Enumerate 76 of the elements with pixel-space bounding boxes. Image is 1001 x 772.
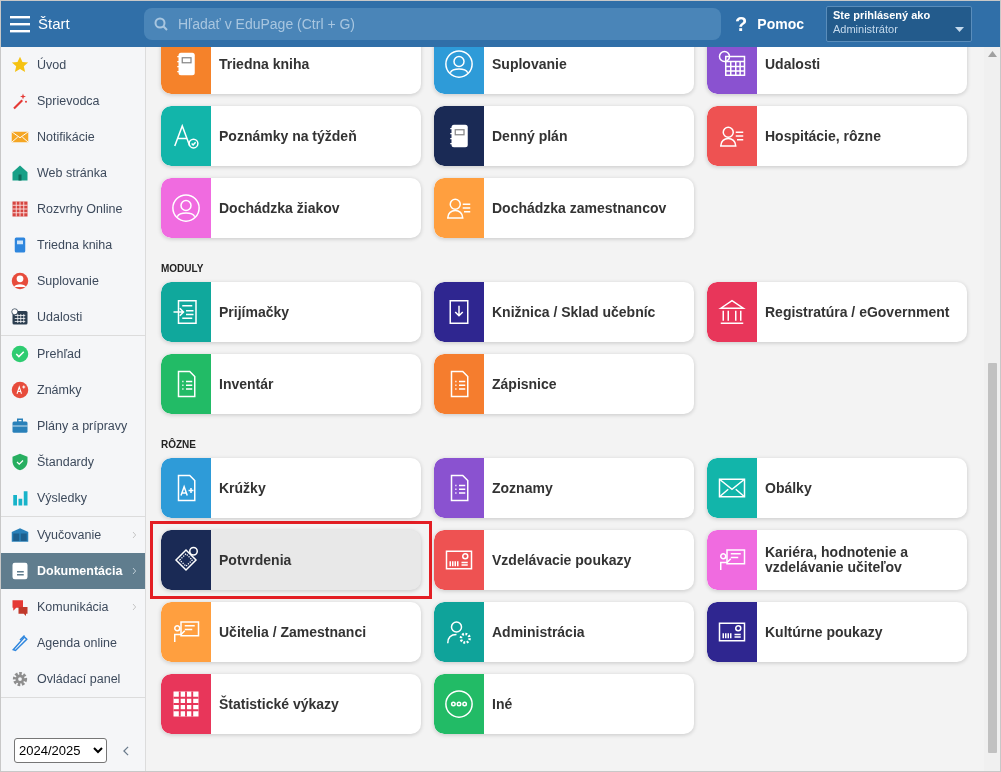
sidebar-item[interactable]: Komunikácia — [1, 589, 145, 625]
sidebar-item[interactable]: Plány a prípravy — [1, 408, 145, 444]
sidebar-item[interactable]: Rozvrhy Online — [1, 191, 145, 227]
module-tile[interactable]: Registratúra / eGovernment — [707, 282, 967, 342]
shield-icon — [11, 453, 29, 471]
sidebar-item[interactable]: Štandardy — [1, 444, 145, 480]
module-tile[interactable]: Triedna kniha — [161, 47, 421, 94]
module-tile[interactable]: Učitelia / Zamestnanci — [161, 602, 421, 662]
module-tile[interactable]: Inventár — [161, 354, 421, 414]
sidebar-item[interactable]: Sprievodca — [1, 83, 145, 119]
sidebar-item[interactable]: Dokumentácia — [1, 553, 145, 589]
sidebar-item[interactable]: Suplovanie — [1, 263, 145, 299]
section-heading: MODULY — [161, 263, 205, 275]
module-tile[interactable]: Kariéra, hodnotenie a vzdelávanie učiteľov — [707, 530, 967, 590]
sidebar-item[interactable]: Notifikácie — [1, 119, 145, 155]
sidebar-item[interactable]: Známky — [1, 372, 145, 408]
bank-icon — [717, 297, 747, 327]
help-link[interactable]: Pomoc — [757, 13, 804, 35]
menu-icon[interactable] — [10, 15, 32, 33]
star-icon — [11, 56, 29, 74]
chat-icon — [11, 598, 29, 616]
sidebar-item[interactable]: Vyučovanie — [1, 517, 145, 553]
sidebar-item[interactable]: Udalosti — [1, 299, 145, 335]
person-icon — [444, 49, 474, 79]
module-tile[interactable]: Potvrdenia — [161, 530, 421, 590]
module-tile[interactable]: Hospitácie, rôzne — [707, 106, 967, 166]
scrollbar-thumb[interactable] — [987, 363, 997, 753]
bar-chart-icon — [11, 489, 29, 507]
scroll-up-icon[interactable] — [987, 51, 997, 57]
sidebar-item[interactable]: Výsledky — [1, 480, 145, 516]
module-tile[interactable]: Dochádzka žiakov — [161, 178, 421, 238]
module-tile[interactable]: Poznámky na týždeň — [161, 106, 421, 166]
section-heading: RÔZNE — [161, 439, 197, 451]
module-tile[interactable]: Zápisnice — [434, 354, 694, 414]
calendar-icon — [11, 308, 29, 326]
check-icon — [11, 345, 29, 363]
sidebar-item[interactable]: Web stránka — [1, 155, 145, 191]
module-tile[interactable]: Prijímačky — [161, 282, 421, 342]
user-dropdown[interactable]: Ste prihlásený ako Administrátor — [826, 6, 972, 42]
module-tile[interactable]: Denný plán — [434, 106, 694, 166]
person-icon — [11, 272, 29, 290]
start-link[interactable]: Štart — [38, 12, 144, 36]
year-select[interactable]: 2024/2025 — [14, 738, 107, 763]
grid-icon — [171, 689, 201, 719]
calendar-icon — [717, 49, 747, 79]
module-tile[interactable]: Štatistické výkazy — [161, 674, 421, 734]
sidebar-item[interactable]: Agenda online — [1, 625, 145, 661]
briefcase-icon — [11, 417, 29, 435]
module-tile[interactable]: Iné — [434, 674, 694, 734]
pen-icon — [11, 634, 29, 652]
person-icon — [171, 193, 201, 223]
book-icon — [11, 526, 29, 544]
caret-icon — [955, 27, 964, 32]
search-icon — [154, 17, 168, 31]
module-tile[interactable]: Suplovanie — [434, 47, 694, 94]
document-icon — [11, 562, 29, 580]
help-icon[interactable]: ? — [735, 9, 748, 39]
module-tile[interactable]: Udalosti — [707, 47, 967, 94]
module-tile[interactable]: Kultúrne poukazy — [707, 602, 967, 662]
module-tile[interactable]: Knižnica / Sklad učebníc — [434, 282, 694, 342]
module-tile[interactable]: Zoznamy — [434, 458, 694, 518]
sidebar-item[interactable]: Prehľad — [1, 336, 145, 372]
more-icon — [444, 689, 474, 719]
sidebar-item[interactable]: Ovládací panel — [1, 661, 145, 697]
grade-icon — [11, 381, 29, 399]
house-icon — [11, 164, 29, 182]
sidebar-item[interactable]: Triedna kniha — [1, 227, 145, 263]
grid-icon — [11, 200, 29, 218]
module-tile[interactable]: Obálky — [707, 458, 967, 518]
module-tile[interactable]: Administrácia — [434, 602, 694, 662]
wand-icon — [11, 92, 29, 110]
sidebar-item[interactable]: Úvod — [1, 47, 145, 83]
module-tile[interactable]: Krúžky — [161, 458, 421, 518]
module-tile[interactable]: Vzdelávacie poukazy — [434, 530, 694, 590]
module-tile[interactable]: Dochádzka zamestnancov — [434, 178, 694, 238]
gear-icon — [11, 670, 29, 688]
